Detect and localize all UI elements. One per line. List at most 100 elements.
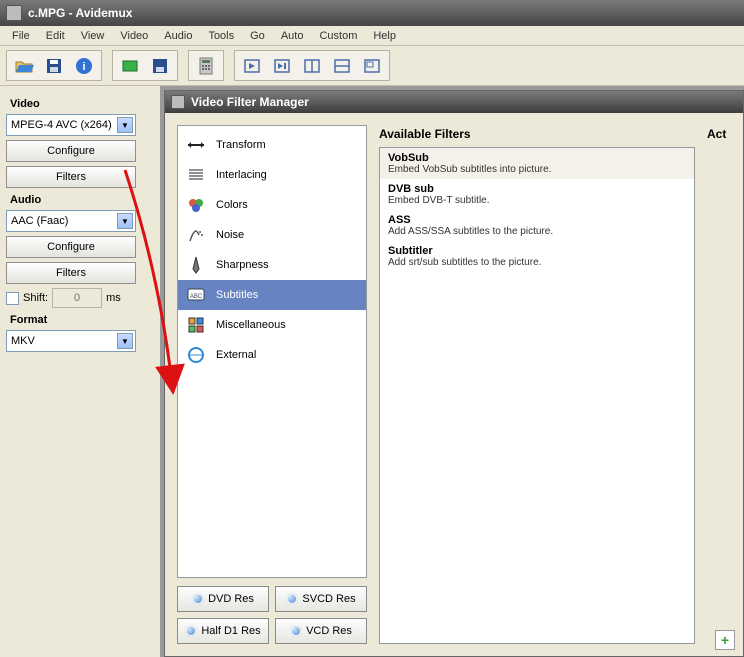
category-label: Colors bbox=[216, 199, 248, 211]
audio-codec-dropdown[interactable]: AAC (Faac) ▼ bbox=[6, 210, 136, 232]
play-button[interactable] bbox=[238, 52, 266, 80]
content-area: Video Filter Manager Transform bbox=[160, 86, 744, 657]
menu-auto[interactable]: Auto bbox=[273, 28, 312, 44]
app-icon bbox=[6, 5, 22, 21]
filter-desc: Add srt/sub subtitles to the picture. bbox=[388, 257, 686, 268]
add-filter-button[interactable]: + bbox=[715, 630, 735, 650]
svg-text:ABC: ABC bbox=[190, 294, 203, 300]
noise-icon bbox=[186, 225, 206, 245]
video-filters-button[interactable]: Filters bbox=[6, 166, 136, 188]
menu-custom[interactable]: Custom bbox=[311, 28, 365, 44]
menu-go[interactable]: Go bbox=[242, 28, 273, 44]
category-label: External bbox=[216, 349, 256, 361]
filter-name: VobSub bbox=[388, 152, 686, 164]
category-label: Subtitles bbox=[216, 289, 258, 301]
toolbar-group-file: i bbox=[6, 50, 102, 81]
menu-edit[interactable]: Edit bbox=[38, 28, 73, 44]
audio-filters-button[interactable]: Filters bbox=[6, 262, 136, 284]
menu-file[interactable]: File bbox=[4, 28, 38, 44]
layout1-button[interactable] bbox=[298, 52, 326, 80]
filter-item-dvbsub[interactable]: DVB sub Embed DVB-T subtitle. bbox=[380, 179, 694, 210]
category-colors[interactable]: Colors bbox=[178, 190, 366, 220]
filter-name: Subtitler bbox=[388, 245, 686, 257]
toolbar: i bbox=[0, 46, 744, 86]
dvd-res-button[interactable]: DVD Res bbox=[177, 586, 269, 612]
interlacing-icon bbox=[186, 165, 206, 185]
layout3-button[interactable] bbox=[358, 52, 386, 80]
available-filters-list: VobSub Embed VobSub subtitles into pictu… bbox=[379, 147, 695, 644]
filter-desc: Add ASS/SSA subtitles to the picture. bbox=[388, 226, 686, 237]
video-codec-value: MPEG-4 AVC (x264) bbox=[11, 119, 112, 131]
subtitles-icon: ABC bbox=[186, 285, 206, 305]
svcd-res-button[interactable]: SVCD Res bbox=[275, 586, 367, 612]
svg-text:i: i bbox=[82, 61, 85, 73]
dialog-icon bbox=[171, 95, 185, 109]
filter-item-subtitler[interactable]: Subtitler Add srt/sub subtitles to the p… bbox=[380, 241, 694, 272]
category-label: Miscellaneous bbox=[216, 319, 286, 331]
video-section-label: Video bbox=[10, 98, 150, 110]
vcd-res-button[interactable]: VCD Res bbox=[275, 618, 367, 644]
menu-help[interactable]: Help bbox=[365, 28, 404, 44]
audio-configure-button[interactable]: Configure bbox=[6, 236, 136, 258]
filter-item-ass[interactable]: ASS Add ASS/SSA subtitles to the picture… bbox=[380, 210, 694, 241]
filter-name: DVB sub bbox=[388, 183, 686, 195]
info-button[interactable]: i bbox=[70, 52, 98, 80]
category-label: Interlacing bbox=[216, 169, 267, 181]
audio-section-label: Audio bbox=[10, 194, 150, 206]
calculator-button[interactable] bbox=[192, 52, 220, 80]
toolbar-group-nav bbox=[234, 50, 390, 81]
title-bar: c.MPG - Avidemux bbox=[0, 0, 744, 26]
video-filter-manager-dialog: Video Filter Manager Transform bbox=[164, 90, 744, 657]
menu-video[interactable]: Video bbox=[112, 28, 156, 44]
save-video-button[interactable] bbox=[146, 52, 174, 80]
sharpness-icon bbox=[186, 255, 206, 275]
step-button[interactable] bbox=[268, 52, 296, 80]
menu-audio[interactable]: Audio bbox=[156, 28, 200, 44]
plus-icon: + bbox=[721, 634, 729, 646]
category-noise[interactable]: Noise bbox=[178, 220, 366, 250]
disc-icon bbox=[192, 593, 204, 605]
active-filters-label: Act bbox=[707, 125, 731, 644]
left-panel: Video MPEG-4 AVC (x264) ▼ Configure Filt… bbox=[0, 86, 160, 657]
menu-tools[interactable]: Tools bbox=[200, 28, 242, 44]
shift-unit: ms bbox=[106, 292, 121, 304]
category-transform[interactable]: Transform bbox=[178, 130, 366, 160]
misc-icon bbox=[186, 315, 206, 335]
filter-item-vobsub[interactable]: VobSub Embed VobSub subtitles into pictu… bbox=[380, 148, 694, 179]
external-icon bbox=[186, 345, 206, 365]
layout2-button[interactable] bbox=[328, 52, 356, 80]
format-section-label: Format bbox=[10, 314, 150, 326]
video-codec-dropdown[interactable]: MPEG-4 AVC (x264) ▼ bbox=[6, 114, 136, 136]
half-d1-res-button[interactable]: Half D1 Res bbox=[177, 618, 269, 644]
open-button[interactable] bbox=[10, 52, 38, 80]
shift-checkbox[interactable] bbox=[6, 292, 19, 305]
video-configure-button[interactable]: Configure bbox=[6, 140, 136, 162]
chevron-down-icon: ▼ bbox=[117, 213, 133, 229]
shift-label: Shift: bbox=[23, 292, 48, 304]
category-subtitles[interactable]: ABC Subtitles bbox=[178, 280, 366, 310]
chevron-down-icon: ▼ bbox=[117, 117, 133, 133]
shift-value-input[interactable]: 0 bbox=[52, 288, 102, 308]
dialog-title: Video Filter Manager bbox=[191, 95, 309, 109]
category-external[interactable]: External bbox=[178, 340, 366, 370]
filter-name: ASS bbox=[388, 214, 686, 226]
chevron-down-icon: ▼ bbox=[117, 333, 133, 349]
colors-icon bbox=[186, 195, 206, 215]
category-sharpness[interactable]: Sharpness bbox=[178, 250, 366, 280]
category-label: Transform bbox=[216, 139, 266, 151]
menu-view[interactable]: View bbox=[73, 28, 113, 44]
disc-icon bbox=[290, 625, 302, 637]
toolbar-group-media bbox=[112, 50, 178, 81]
save-button[interactable] bbox=[40, 52, 68, 80]
disc-icon bbox=[286, 593, 298, 605]
category-label: Noise bbox=[216, 229, 244, 241]
category-miscellaneous[interactable]: Miscellaneous bbox=[178, 310, 366, 340]
open-video-button[interactable] bbox=[116, 52, 144, 80]
format-value: MKV bbox=[11, 335, 35, 347]
format-dropdown[interactable]: MKV ▼ bbox=[6, 330, 136, 352]
window-title: c.MPG - Avidemux bbox=[28, 6, 132, 20]
category-interlacing[interactable]: Interlacing bbox=[178, 160, 366, 190]
transform-icon bbox=[186, 135, 206, 155]
filter-desc: Embed VobSub subtitles into picture. bbox=[388, 164, 686, 175]
disc-icon bbox=[185, 625, 197, 637]
